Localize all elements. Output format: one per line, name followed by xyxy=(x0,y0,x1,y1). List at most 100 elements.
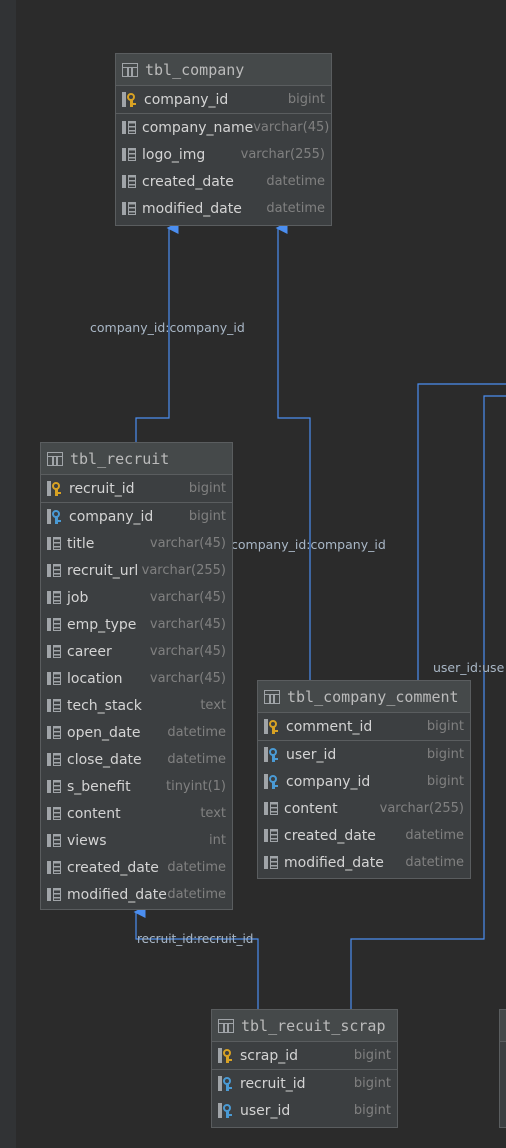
column-icon xyxy=(264,856,278,869)
column-row[interactable]: recruit_url varchar(255) xyxy=(41,557,232,584)
primary-key-icon xyxy=(264,719,280,734)
column-type: datetime xyxy=(405,855,464,870)
column-icon xyxy=(47,564,61,577)
column-type: bigint xyxy=(287,92,325,107)
table-name: tbl_recruit xyxy=(70,449,170,468)
column-row[interactable]: emp_type varchar(45) xyxy=(41,611,232,638)
column-type: bigint xyxy=(353,1048,391,1063)
column-name: job xyxy=(67,589,89,606)
column-type: bigint xyxy=(188,481,226,496)
edge-comment-to-user xyxy=(417,383,506,680)
table-header[interactable]: tbl_company_comment xyxy=(258,681,470,713)
column-type: bigint xyxy=(426,747,464,762)
column-icon xyxy=(264,802,278,815)
column-icon xyxy=(47,645,61,658)
column-row[interactable]: modified_date datetime xyxy=(258,849,470,876)
column-name: modified_date xyxy=(142,200,242,217)
column-row[interactable]: company_id bigint xyxy=(258,768,470,795)
foreign-key-icon xyxy=(218,1103,234,1118)
column-type: tinyint(1) xyxy=(165,779,226,794)
column-name: user_id xyxy=(240,1102,291,1119)
column-name: scrap_id xyxy=(240,1047,298,1064)
column-icon xyxy=(47,591,61,604)
column-name: user_id xyxy=(286,746,337,763)
column-name: emp_type xyxy=(67,616,137,633)
column-name: content xyxy=(67,805,121,822)
column-row[interactable]: recruit_id bigint xyxy=(41,475,232,503)
column-name: views xyxy=(67,832,107,849)
column-list: company_id bigint company_name varchar(45) l… xyxy=(116,86,331,222)
column-row[interactable]: tech_stack text xyxy=(41,692,232,719)
column-row[interactable]: created_date datetime xyxy=(258,822,470,849)
column-name: tech_stack xyxy=(67,697,142,714)
column-row[interactable]: company_id bigint xyxy=(41,503,232,530)
column-type: text xyxy=(200,698,226,713)
column-row[interactable]: user_id bigint xyxy=(258,741,470,768)
table-tbl-recuit-scrap[interactable]: tbl_recuit_scrap scrap_id bigint recruit_i… xyxy=(211,1009,398,1128)
column-row[interactable]: created_date datetime xyxy=(41,854,232,881)
column-row[interactable]: modified_date datetime xyxy=(41,881,232,908)
column-row[interactable]: close_date datetime xyxy=(41,746,232,773)
table-tbl-company-comment[interactable]: tbl_company_comment comment_id bigint user… xyxy=(257,680,471,879)
column-type: datetime xyxy=(167,752,226,767)
table-header[interactable]: tbl_recuit_scrap xyxy=(212,1010,397,1042)
foreign-key-icon xyxy=(47,509,63,524)
column-type: varchar(255) xyxy=(240,147,325,162)
column-icon xyxy=(122,121,136,134)
column-row[interactable]: comment_id bigint xyxy=(258,713,470,741)
column-list: recruit_id bigint company_id bigint title var… xyxy=(41,475,232,908)
column-row[interactable]: s_benefit tinyint(1) xyxy=(41,773,232,800)
table-tbl-company[interactable]: tbl_company company_id bigint company_name… xyxy=(115,53,332,226)
column-type: bigint xyxy=(353,1103,391,1118)
column-name: career xyxy=(67,643,112,660)
table-icon xyxy=(47,451,63,466)
column-icon xyxy=(264,829,278,842)
column-name: modified_date xyxy=(284,854,384,871)
column-row[interactable]: company_name varchar(45) xyxy=(116,114,331,141)
column-type: varchar(45) xyxy=(149,590,226,605)
column-icon xyxy=(122,175,136,188)
column-name: content xyxy=(284,800,338,817)
column-type: datetime xyxy=(266,201,325,216)
column-row[interactable]: logo_img varchar(255) xyxy=(116,141,331,168)
foreign-key-icon xyxy=(264,774,280,789)
column-name: recruit_id xyxy=(240,1075,306,1092)
column-name: created_date xyxy=(142,173,234,190)
foreign-key-icon xyxy=(264,747,280,762)
column-type: varchar(255) xyxy=(379,801,464,816)
column-row[interactable]: job varchar(45) xyxy=(41,584,232,611)
table-offscreen-partial[interactable] xyxy=(499,1009,506,1128)
column-row[interactable]: title varchar(45) xyxy=(41,530,232,557)
table-header[interactable]: tbl_recruit xyxy=(41,443,232,475)
column-icon xyxy=(47,753,61,766)
column-name: logo_img xyxy=(142,146,206,163)
column-icon xyxy=(47,699,61,712)
table-header[interactable]: tbl_company xyxy=(116,54,331,86)
primary-key-icon xyxy=(122,92,138,107)
column-row[interactable]: user_id bigint xyxy=(212,1097,397,1124)
column-row[interactable]: scrap_id bigint xyxy=(212,1042,397,1070)
column-row[interactable]: views int xyxy=(41,827,232,854)
column-name: company_name xyxy=(142,119,254,136)
table-icon xyxy=(122,62,138,77)
table-header[interactable] xyxy=(500,1010,506,1042)
column-list: comment_id bigint user_id bigint company_id b… xyxy=(258,713,470,876)
column-row[interactable]: content text xyxy=(41,800,232,827)
table-icon xyxy=(218,1018,234,1033)
column-row[interactable]: recruit_id bigint xyxy=(212,1070,397,1097)
column-row[interactable]: created_date datetime xyxy=(116,168,331,195)
table-name: tbl_company_comment xyxy=(287,687,459,706)
column-row[interactable]: content varchar(255) xyxy=(258,795,470,822)
column-name: title xyxy=(67,535,95,552)
column-row[interactable]: open_date datetime xyxy=(41,719,232,746)
table-tbl-recruit[interactable]: tbl_recruit recruit_id bigint company_id bi… xyxy=(40,442,233,910)
column-name: open_date xyxy=(67,724,141,741)
column-row[interactable]: modified_date datetime xyxy=(116,195,331,222)
column-row[interactable]: location varchar(45) xyxy=(41,665,232,692)
column-row[interactable]: company_id bigint xyxy=(116,86,331,114)
column-type: datetime xyxy=(405,828,464,843)
column-icon xyxy=(122,148,136,161)
column-icon xyxy=(47,888,61,901)
column-row[interactable]: career varchar(45) xyxy=(41,638,232,665)
column-type: bigint xyxy=(426,719,464,734)
